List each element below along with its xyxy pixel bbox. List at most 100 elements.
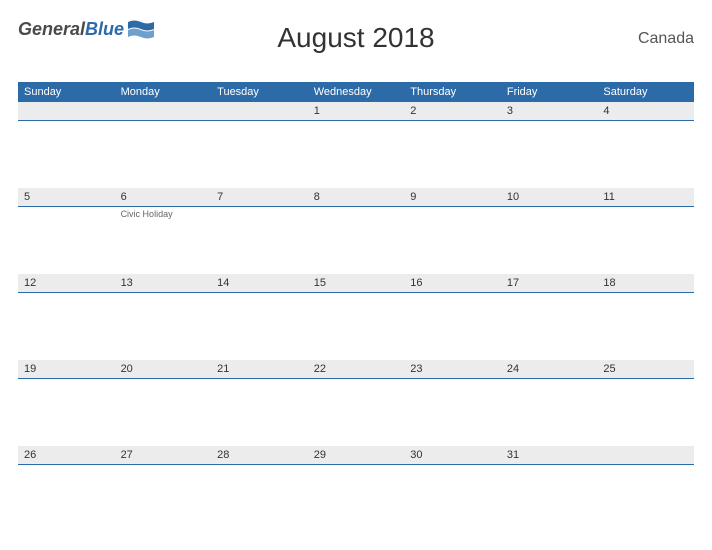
date-cell: 26 xyxy=(18,446,115,464)
day-header: Friday xyxy=(501,82,598,102)
event-row: Civic Holiday xyxy=(18,207,694,219)
day-header: Wednesday xyxy=(308,82,405,102)
week-block: 19 20 21 22 23 24 25 xyxy=(18,360,694,446)
date-row: 19 20 21 22 23 24 25 xyxy=(18,360,694,379)
event-cell xyxy=(597,379,694,391)
event-cell xyxy=(308,293,405,305)
event-cell xyxy=(211,121,308,133)
event-cell xyxy=(18,121,115,133)
date-cell: 30 xyxy=(404,446,501,464)
date-cell: 25 xyxy=(597,360,694,378)
event-cell xyxy=(308,465,405,477)
event-cell xyxy=(404,293,501,305)
date-cell: 10 xyxy=(501,188,598,206)
event-row xyxy=(18,293,694,305)
date-cell: 3 xyxy=(501,102,598,120)
date-row: 12 13 14 15 16 17 18 xyxy=(18,274,694,293)
event-cell xyxy=(18,379,115,391)
date-cell: 4 xyxy=(597,102,694,120)
date-cell xyxy=(597,446,694,464)
week-block: 26 27 28 29 30 31 xyxy=(18,446,694,532)
week-block: 1 2 3 4 xyxy=(18,102,694,188)
event-cell xyxy=(404,207,501,219)
date-cell: 16 xyxy=(404,274,501,292)
event-cell xyxy=(18,207,115,219)
event-cell xyxy=(18,465,115,477)
day-header: Tuesday xyxy=(211,82,308,102)
event-cell xyxy=(597,293,694,305)
date-cell: 8 xyxy=(308,188,405,206)
event-cell: Civic Holiday xyxy=(115,207,212,219)
week-spacer xyxy=(18,477,694,532)
week-block: 12 13 14 15 16 17 18 xyxy=(18,274,694,360)
event-cell xyxy=(501,465,598,477)
date-cell: 22 xyxy=(308,360,405,378)
event-cell xyxy=(501,293,598,305)
date-cell: 31 xyxy=(501,446,598,464)
date-cell: 12 xyxy=(18,274,115,292)
event-cell xyxy=(115,465,212,477)
logo-word-blue: Blue xyxy=(85,19,124,39)
logo-flag-icon xyxy=(128,20,154,40)
date-cell: 5 xyxy=(18,188,115,206)
date-cell: 13 xyxy=(115,274,212,292)
logo-text: GeneralBlue xyxy=(18,20,124,38)
date-cell: 28 xyxy=(211,446,308,464)
date-cell: 27 xyxy=(115,446,212,464)
event-cell xyxy=(501,379,598,391)
event-cell xyxy=(308,207,405,219)
date-cell: 18 xyxy=(597,274,694,292)
event-cell xyxy=(308,121,405,133)
event-cell xyxy=(115,121,212,133)
date-cell xyxy=(115,102,212,120)
event-cell xyxy=(404,121,501,133)
day-header: Monday xyxy=(115,82,212,102)
event-cell xyxy=(404,379,501,391)
event-cell xyxy=(597,207,694,219)
day-header: Thursday xyxy=(404,82,501,102)
week-spacer xyxy=(18,133,694,188)
date-row: 1 2 3 4 xyxy=(18,102,694,121)
date-cell: 9 xyxy=(404,188,501,206)
date-cell: 29 xyxy=(308,446,405,464)
event-cell xyxy=(211,207,308,219)
week-block: 5 6 7 8 9 10 11 Civic Holiday xyxy=(18,188,694,274)
date-cell xyxy=(18,102,115,120)
logo-word-general: General xyxy=(18,19,85,39)
event-cell xyxy=(211,379,308,391)
event-cell xyxy=(597,121,694,133)
date-cell: 21 xyxy=(211,360,308,378)
logo: GeneralBlue xyxy=(18,20,154,40)
event-row xyxy=(18,465,694,477)
event-cell xyxy=(211,293,308,305)
event-cell xyxy=(308,379,405,391)
event-cell xyxy=(115,293,212,305)
date-cell: 7 xyxy=(211,188,308,206)
event-cell xyxy=(18,293,115,305)
day-header: Sunday xyxy=(18,82,115,102)
date-cell xyxy=(211,102,308,120)
day-header-row: Sunday Monday Tuesday Wednesday Thursday… xyxy=(18,82,694,102)
date-cell: 20 xyxy=(115,360,212,378)
date-row: 5 6 7 8 9 10 11 xyxy=(18,188,694,207)
date-cell: 11 xyxy=(597,188,694,206)
calendar: Sunday Monday Tuesday Wednesday Thursday… xyxy=(18,82,694,532)
event-cell xyxy=(211,465,308,477)
date-cell: 24 xyxy=(501,360,598,378)
event-cell xyxy=(404,465,501,477)
day-header: Saturday xyxy=(597,82,694,102)
event-cell xyxy=(115,379,212,391)
event-row xyxy=(18,379,694,391)
week-spacer xyxy=(18,391,694,446)
date-cell: 23 xyxy=(404,360,501,378)
date-cell: 1 xyxy=(308,102,405,120)
date-cell: 14 xyxy=(211,274,308,292)
event-row xyxy=(18,121,694,133)
event-cell xyxy=(501,207,598,219)
event-cell xyxy=(597,465,694,477)
week-spacer xyxy=(18,219,694,274)
event-cell xyxy=(501,121,598,133)
date-cell: 6 xyxy=(115,188,212,206)
date-cell: 2 xyxy=(404,102,501,120)
week-spacer xyxy=(18,305,694,360)
